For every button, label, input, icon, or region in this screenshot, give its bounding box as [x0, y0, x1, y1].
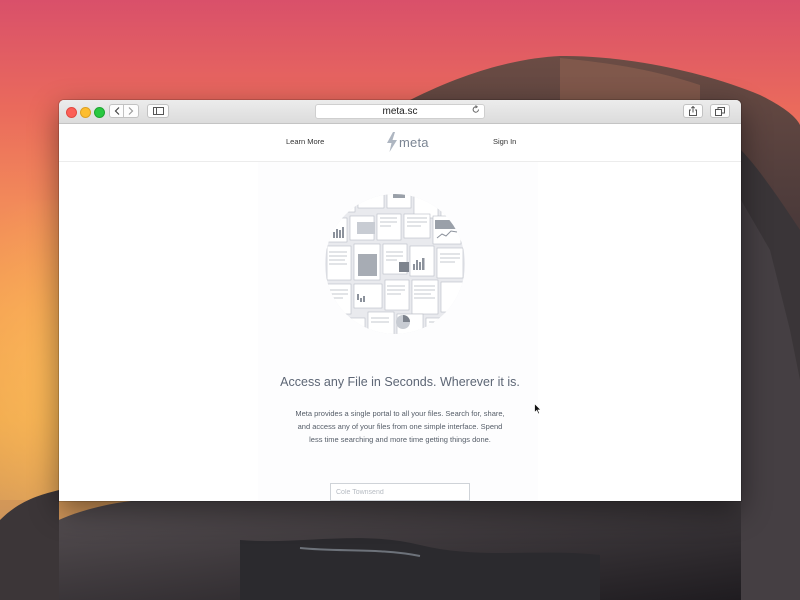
forward-button[interactable]: [124, 104, 139, 118]
sidebar-toggle-button[interactable]: [147, 104, 169, 118]
close-window-button[interactable]: [66, 107, 77, 118]
sign-in-link[interactable]: Sign In: [493, 137, 516, 146]
files-illustration: [325, 194, 465, 334]
address-bar[interactable]: meta.sc: [315, 104, 485, 119]
name-input[interactable]: [330, 483, 470, 501]
site-logo[interactable]: meta: [386, 132, 429, 152]
page-headline: Access any File in Seconds. Wherever it …: [280, 375, 520, 389]
logo-text: meta: [399, 134, 429, 150]
browser-toolbar: meta.sc: [59, 100, 741, 124]
web-page: Learn More meta Sign In Access any File …: [59, 124, 741, 501]
back-button[interactable]: [109, 104, 124, 118]
share-icon: [689, 106, 697, 116]
reload-button[interactable]: [472, 105, 480, 117]
show-tabs-button[interactable]: [710, 104, 730, 118]
zoom-window-button[interactable]: [94, 107, 105, 118]
lightning-bolt-icon: [387, 132, 397, 152]
minimize-window-button[interactable]: [80, 107, 91, 118]
chevron-left-icon: [114, 107, 119, 115]
reload-icon: [472, 105, 479, 113]
tabs-icon: [715, 106, 725, 116]
browser-window: meta.sc Learn More meta Sign In Access a…: [59, 100, 741, 501]
sidebar-icon: [152, 107, 164, 115]
page-description: Meta provides a single portal to all you…: [295, 409, 505, 444]
chevron-right-icon: [128, 107, 134, 115]
url-text: meta.sc: [382, 106, 418, 117]
site-header: Learn More meta Sign In: [59, 124, 741, 162]
learn-more-link[interactable]: Learn More: [286, 137, 324, 146]
mouse-cursor-icon: [534, 403, 542, 415]
share-button[interactable]: [683, 104, 703, 118]
